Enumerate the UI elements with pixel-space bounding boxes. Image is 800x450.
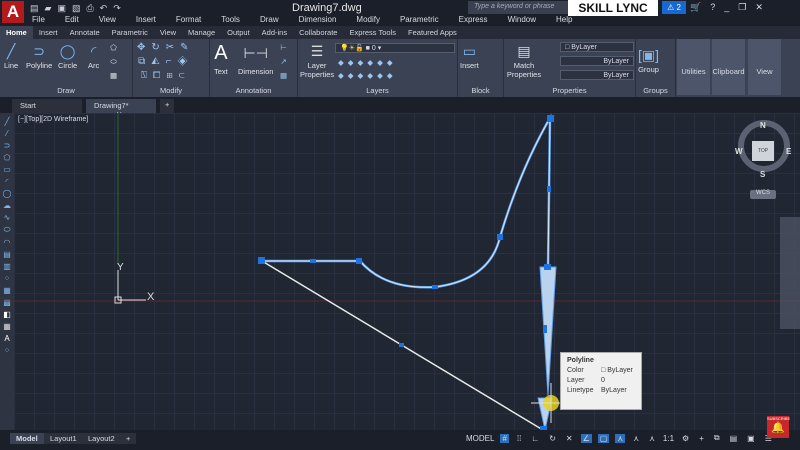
ortho-toggle[interactable]: ∟ bbox=[529, 434, 541, 443]
tab-model[interactable]: Model bbox=[10, 433, 44, 444]
navigation-bar[interactable] bbox=[780, 217, 800, 329]
tooltip-value: □ ByLayer bbox=[601, 367, 633, 374]
selected-polyline bbox=[262, 113, 552, 289]
plus-icon[interactable]: + bbox=[697, 434, 706, 443]
model-space-button[interactable]: MODEL bbox=[466, 434, 494, 443]
workspace-gear-icon[interactable]: ⚙ bbox=[680, 434, 691, 443]
compass-w[interactable]: W bbox=[735, 147, 743, 156]
tooltip-key: Layer bbox=[567, 377, 585, 384]
grips bbox=[258, 115, 554, 433]
isodraft-toggle[interactable]: ✕ bbox=[564, 434, 575, 443]
isolate-objects-icon[interactable]: ⧉ bbox=[712, 433, 722, 443]
tooltip-value: ByLayer bbox=[601, 387, 627, 394]
compass-e[interactable]: E bbox=[786, 147, 791, 156]
viewcube-top-face[interactable]: TOP bbox=[752, 141, 774, 161]
compass-s[interactable]: S bbox=[760, 170, 765, 179]
grid-toggle[interactable]: # bbox=[500, 433, 509, 443]
object-tooltip: Polyline Color □ ByLayer Layer 0 Linetype B… bbox=[560, 352, 642, 410]
ucs-icon bbox=[114, 270, 146, 304]
osnap-tracking-toggle[interactable]: ∠ bbox=[580, 433, 592, 443]
compass-n[interactable]: N bbox=[760, 121, 766, 130]
tab-layout1[interactable]: Layout1 bbox=[44, 433, 83, 444]
status-toggles: MODEL # ⁞⁞ ∟ ↻ ✕ ∠ ▢ ⋏ ⋏ ⋏ 1:1 ⚙ + ⧉ ▤ ▣ ☰ bbox=[466, 433, 774, 443]
autoscale-toggle[interactable]: ⋏ bbox=[631, 434, 641, 443]
tooltip-row: Linetype ByLayer bbox=[567, 387, 635, 394]
annotation-visibility-toggle[interactable]: ⋏ bbox=[615, 433, 626, 443]
snap-toggle[interactable]: ⁞⁞ bbox=[515, 434, 523, 443]
annotation-scale[interactable]: 1:1 bbox=[663, 434, 674, 443]
tooltip-title: Polyline bbox=[567, 357, 594, 364]
tapered-polyline-segment bbox=[539, 266, 557, 397]
tooltip-key: Color bbox=[567, 367, 584, 374]
wcs-menu[interactable]: WCS bbox=[750, 190, 776, 199]
tooltip-row: Layer 0 bbox=[567, 377, 635, 384]
add-layout-button[interactable]: + bbox=[120, 433, 137, 444]
tooltip-key: Linetype bbox=[567, 387, 594, 394]
annotation-scale-icon[interactable]: ⋏ bbox=[647, 434, 657, 443]
tooltip-row: Color □ ByLayer bbox=[567, 367, 635, 374]
polar-toggle[interactable]: ↻ bbox=[547, 434, 558, 443]
clean-screen-icon[interactable]: ▣ bbox=[745, 434, 757, 443]
ucs-x-label: X bbox=[147, 291, 155, 303]
osnap-toggle[interactable]: ▢ bbox=[597, 433, 610, 443]
hardware-acceleration-icon[interactable]: ▤ bbox=[728, 434, 740, 443]
drawing-geometry: Y X bbox=[0, 113, 800, 433]
tooltip-value: 0 bbox=[601, 377, 605, 384]
subscribe-bell[interactable]: SUBSCRIBE 🔔 bbox=[767, 416, 790, 438]
tab-layout2[interactable]: Layout2 bbox=[82, 433, 121, 444]
ucs-y-label: Y bbox=[117, 262, 124, 273]
bell-icon: 🔔 bbox=[771, 422, 785, 434]
